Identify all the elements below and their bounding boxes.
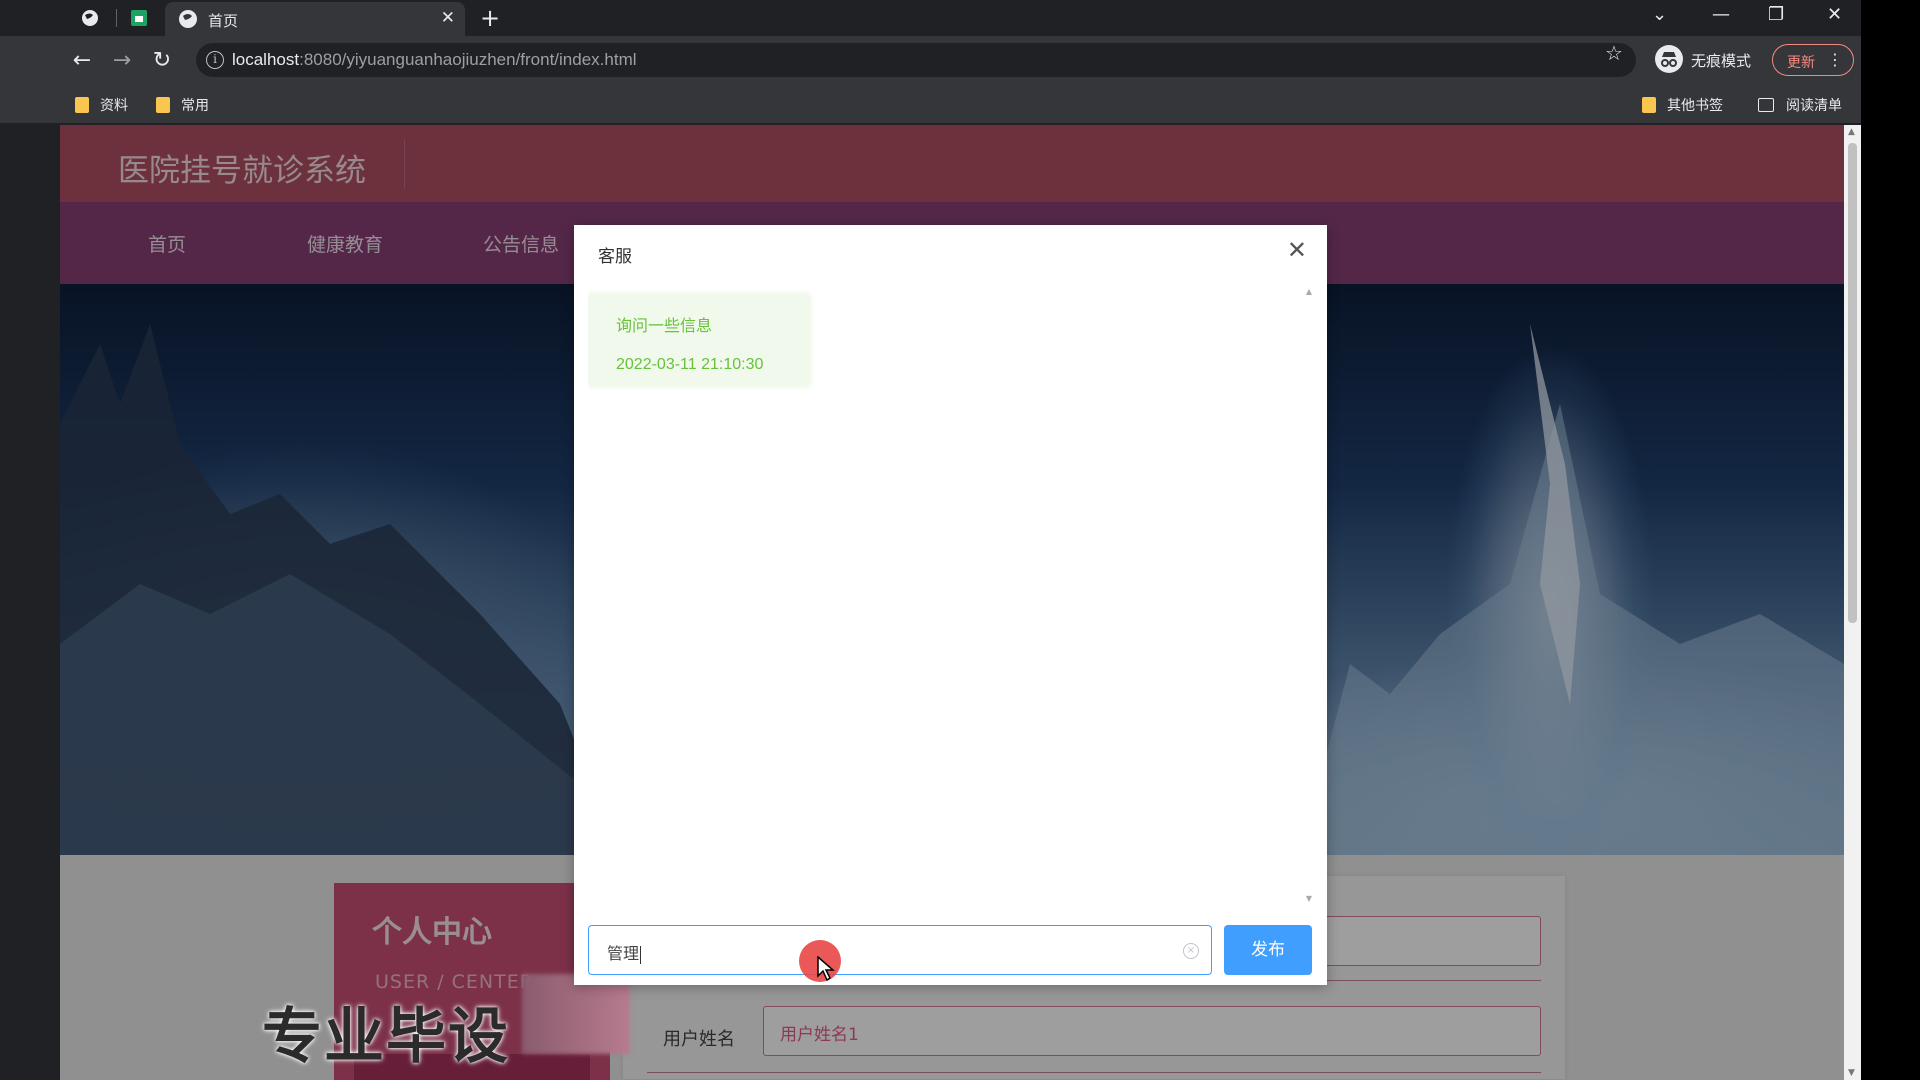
bookmark-label: 阅读清单 bbox=[1786, 98, 1842, 114]
forward-icon[interactable]: → bbox=[108, 46, 136, 74]
chat-message-time: 2022-03-11 21:10:30 bbox=[616, 356, 764, 373]
watermark-text: 专业毕设 bbox=[262, 1002, 510, 1072]
reading-list[interactable]: 阅读清单 bbox=[1758, 95, 1842, 115]
update-label: 更新 bbox=[1787, 55, 1815, 71]
watermark-blur bbox=[522, 974, 630, 1054]
site-info-icon[interactable]: i bbox=[206, 51, 224, 69]
bookmarks-bar: 资料 常用 其他书签 阅读清单 bbox=[0, 84, 1861, 124]
url-text: localhost:8080/yiyuanguanhaojiuzhen/fron… bbox=[232, 50, 637, 70]
browser-toolbar: ← → ↻ i localhost:8080/yiyuanguanhaojiuz… bbox=[0, 36, 1861, 84]
page-scrollbar[interactable]: ▲ ▼ bbox=[1844, 125, 1861, 1080]
mouse-cursor-icon bbox=[817, 956, 835, 982]
sheet-app-icon[interactable] bbox=[127, 6, 151, 30]
message-input-value: 管理 bbox=[607, 944, 640, 963]
message-input-text: 管理 bbox=[607, 940, 642, 964]
tab-favicon-icon bbox=[179, 10, 197, 28]
close-icon[interactable]: ✕ bbox=[1287, 236, 1307, 264]
tab-home[interactable]: 首页 ✕ bbox=[165, 2, 465, 36]
url-host: localhost bbox=[232, 50, 300, 69]
globe-icon[interactable] bbox=[78, 6, 102, 30]
text-caret bbox=[640, 945, 642, 964]
minimize-button[interactable]: — bbox=[1712, 4, 1730, 25]
screen: 首页 ✕ + ⌄ — ❐ ✕ ← → ↻ i localhost:8080/yi… bbox=[0, 0, 1920, 1080]
other-bookmarks[interactable]: 其他书签 bbox=[1642, 95, 1723, 115]
incognito-label: 无痕模式 bbox=[1691, 52, 1752, 70]
chat-scroll-down-icon[interactable]: ▼ bbox=[1306, 894, 1312, 903]
screen-edge bbox=[1861, 0, 1920, 1080]
folder-icon bbox=[75, 97, 89, 113]
bookmark-folder-1[interactable]: 常用 bbox=[156, 95, 209, 115]
close-window-button[interactable]: ✕ bbox=[1827, 4, 1842, 25]
tab-separator bbox=[116, 9, 117, 27]
folder-icon bbox=[156, 97, 170, 113]
scroll-up-icon[interactable]: ▲ bbox=[1848, 127, 1855, 137]
chat-bubble: 询问一些信息 2022-03-11 21:10:30 bbox=[588, 294, 810, 386]
chat-message-text: 询问一些信息 bbox=[616, 316, 713, 335]
publish-button[interactable]: 发布 bbox=[1224, 925, 1312, 975]
back-icon[interactable]: ← bbox=[68, 46, 96, 74]
chat-messages[interactable]: 询问一些信息 2022-03-11 21:10:30 ▲ ▼ bbox=[588, 285, 1314, 905]
update-button[interactable]: 更新 ⋮ bbox=[1772, 44, 1854, 76]
bookmark-label: 常用 bbox=[181, 98, 209, 114]
browser-window: 首页 ✕ + ⌄ — ❐ ✕ ← → ↻ i localhost:8080/yi… bbox=[0, 0, 1861, 1080]
bookmark-label: 资料 bbox=[100, 98, 128, 114]
scroll-thumb[interactable] bbox=[1848, 143, 1857, 623]
tab-strip: 首页 ✕ + ⌄ — ❐ ✕ bbox=[0, 0, 1861, 36]
chat-scroll-up-icon[interactable]: ▲ bbox=[1306, 287, 1312, 296]
reload-icon[interactable]: ↻ bbox=[148, 46, 176, 74]
url-path: :8080/yiyuanguanhaojiuzhen/front/index.h… bbox=[299, 50, 637, 69]
new-tab-button[interactable]: + bbox=[480, 4, 500, 32]
bookmark-folder-0[interactable]: 资料 bbox=[75, 95, 128, 115]
bookmark-star-icon[interactable]: ☆ bbox=[1605, 41, 1623, 65]
reading-list-icon bbox=[1758, 98, 1774, 112]
incognito-icon[interactable] bbox=[1655, 45, 1683, 73]
tab-title: 首页 bbox=[208, 12, 239, 30]
tab-search-icon[interactable]: ⌄ bbox=[1652, 4, 1667, 25]
dialog-title: 客服 bbox=[598, 247, 632, 267]
menu-dots-icon[interactable]: ⋮ bbox=[1827, 50, 1843, 69]
restore-button[interactable]: ❐ bbox=[1768, 4, 1784, 25]
scroll-down-icon[interactable]: ▼ bbox=[1848, 1068, 1855, 1078]
message-input[interactable]: 管理 × bbox=[588, 925, 1212, 975]
tab-close-icon[interactable]: ✕ bbox=[441, 8, 455, 28]
customer-service-dialog: 客服 ✕ 询问一些信息 2022-03-11 21:10:30 ▲ ▼ 管理 ×… bbox=[574, 225, 1327, 985]
folder-icon bbox=[1642, 97, 1656, 113]
bookmark-label: 其他书签 bbox=[1667, 98, 1723, 114]
address-bar[interactable]: i localhost:8080/yiyuanguanhaojiuzhen/fr… bbox=[196, 43, 1636, 77]
clear-input-icon[interactable]: × bbox=[1183, 943, 1199, 959]
